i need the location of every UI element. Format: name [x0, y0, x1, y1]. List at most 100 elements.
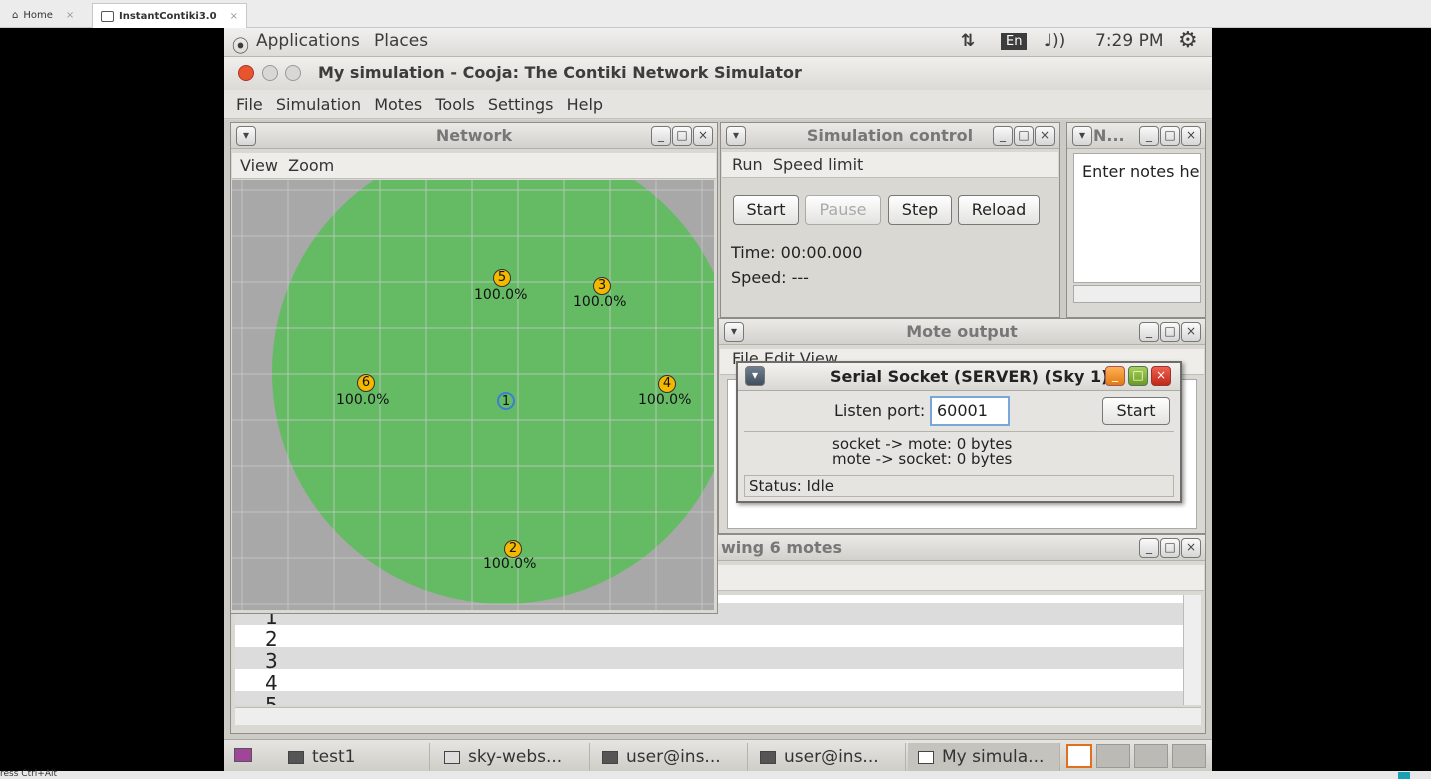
- timeline-horizontal-scrollbar[interactable]: [235, 707, 1201, 725]
- menu-speed-limit[interactable]: Speed limit: [773, 155, 863, 174]
- menu-simulation[interactable]: Simulation: [276, 95, 361, 114]
- mote-6-label: 100.0%: [336, 392, 390, 408]
- workspace-switcher[interactable]: [1172, 744, 1206, 768]
- menu-tools[interactable]: Tools: [435, 95, 474, 114]
- minimize-icon[interactable]: _: [1105, 366, 1125, 386]
- menu-zoom[interactable]: Zoom: [288, 156, 334, 175]
- maximize-icon[interactable]: □: [1160, 538, 1180, 558]
- timeline-row-label: 4: [265, 671, 278, 695]
- cooja-icon: [918, 750, 934, 764]
- notes-textarea[interactable]: Enter notes her: [1073, 153, 1201, 283]
- volume-icon[interactable]: ♩)): [1044, 31, 1065, 51]
- home-icon: ⌂: [12, 10, 19, 21]
- close-icon[interactable]: ×: [1181, 322, 1201, 342]
- maximize-icon[interactable]: □: [1128, 366, 1148, 386]
- vm-tab-label: Home: [23, 10, 53, 21]
- maximize-icon[interactable]: □: [1014, 126, 1034, 146]
- reload-button[interactable]: Reload: [958, 195, 1040, 225]
- keyboard-layout-indicator[interactable]: En: [1001, 33, 1028, 50]
- maximize-icon[interactable]: □: [672, 126, 692, 146]
- editor-icon: [444, 750, 460, 764]
- vm-tab-home[interactable]: ⌂ Home ×: [4, 3, 82, 28]
- start-button[interactable]: Start: [733, 195, 799, 225]
- frame-menu-icon[interactable]: ▾: [236, 126, 256, 146]
- serial-status: Status: Idle: [744, 475, 1174, 497]
- close-icon[interactable]: ×: [1151, 366, 1171, 386]
- guest-desktop: ⦿ Applications Places ⇅ En ♩)) 7:29 PM ⚙…: [224, 28, 1212, 771]
- vm-tab-label: InstantContiki3.0: [119, 10, 217, 22]
- settings-gear-icon[interactable]: ⚙: [1178, 28, 1198, 53]
- mote-3[interactable]: 3: [593, 277, 611, 295]
- mote-4[interactable]: 4: [658, 375, 676, 393]
- minimize-icon[interactable]: _: [993, 126, 1013, 146]
- vm-tab-instantcontiki[interactable]: InstantContiki3.0 ×: [92, 3, 247, 28]
- workspace-switcher[interactable]: [1134, 744, 1168, 768]
- taskbar-item-terminal-1[interactable]: user@ins...: [592, 743, 748, 771]
- minimize-icon[interactable]: _: [651, 126, 671, 146]
- terminal-icon: [760, 750, 776, 764]
- close-icon[interactable]: ×: [230, 11, 238, 22]
- mote-5-label: 100.0%: [474, 287, 528, 303]
- frame-controls: _ □ ×: [650, 126, 713, 146]
- taskbar-item-my-simulation[interactable]: My simula...: [908, 743, 1060, 771]
- taskbar-item-label: user@ins...: [784, 747, 879, 767]
- timeline-vertical-scrollbar[interactable]: [1183, 595, 1201, 705]
- taskbar-item-test1[interactable]: test1: [278, 743, 430, 771]
- listen-port-input[interactable]: 60001: [930, 396, 1010, 426]
- menu-view[interactable]: View: [240, 156, 278, 175]
- taskbar-item-terminal-2[interactable]: user@ins...: [750, 743, 906, 771]
- applications-menu[interactable]: Applications: [256, 31, 360, 51]
- menu-motes[interactable]: Motes: [374, 95, 422, 114]
- taskbar-item-label: My simula...: [942, 747, 1045, 767]
- network-icon[interactable]: ⇅: [961, 31, 975, 51]
- maximize-icon[interactable]: □: [1160, 322, 1180, 342]
- close-icon[interactable]: ×: [66, 10, 74, 21]
- maximize-window-button[interactable]: [285, 65, 301, 81]
- network-frame: Network ▾ _ □ × View Zoom 1 2 100.0% 3 1…: [230, 122, 718, 614]
- socket-to-mote-count: socket -> mote: 0 bytes: [832, 435, 1013, 453]
- frame-menu-icon[interactable]: ▾: [1072, 126, 1092, 146]
- step-button[interactable]: Step: [888, 195, 952, 225]
- serial-start-button[interactable]: Start: [1102, 397, 1170, 425]
- close-window-button[interactable]: [238, 65, 254, 81]
- mote-1[interactable]: 1: [497, 392, 515, 410]
- taskbar-item-sky-webs[interactable]: sky-webs...: [434, 743, 590, 771]
- mote-6[interactable]: 6: [357, 374, 375, 392]
- menu-file[interactable]: File: [236, 95, 263, 114]
- close-icon[interactable]: ×: [1035, 126, 1055, 146]
- frame-menu-icon[interactable]: ▾: [724, 322, 744, 342]
- menu-bar: File Simulation Motes Tools Settings Hel…: [224, 90, 1212, 119]
- clock[interactable]: 7:29 PM: [1095, 31, 1164, 51]
- mote-5[interactable]: 5: [493, 269, 511, 287]
- frame-controls: _ □ ×: [992, 126, 1055, 146]
- close-icon[interactable]: ×: [1181, 538, 1201, 558]
- sim-control-menu: Run Speed limit: [722, 152, 1058, 178]
- menu-run[interactable]: Run: [732, 155, 763, 174]
- serial-socket-title: Serial Socket (SERVER) (Sky 1): [830, 367, 1109, 386]
- frame-menu-icon[interactable]: ▾: [745, 366, 765, 386]
- vm-tab-strip: ⌂ Home × InstantContiki3.0 ×: [0, 0, 1431, 28]
- minimize-window-button[interactable]: [262, 65, 278, 81]
- taskbar-item-label: test1: [312, 747, 356, 767]
- mote-2-label: 100.0%: [483, 556, 537, 572]
- notes-horizontal-scrollbar[interactable]: [1073, 285, 1201, 303]
- menu-settings[interactable]: Settings: [488, 95, 554, 114]
- window-icon: [288, 750, 304, 764]
- serial-socket-dialog: ▾ Serial Socket (SERVER) (Sky 1) _ □ × L…: [736, 361, 1182, 503]
- listen-port-label: Listen port:: [834, 401, 926, 420]
- workspace-switcher[interactable]: [1096, 744, 1130, 768]
- minimize-icon[interactable]: _: [1139, 126, 1159, 146]
- simulation-control-frame: Simulation control ▾ _ □ × Run Speed limit…: [720, 122, 1060, 318]
- maximize-icon[interactable]: □: [1160, 126, 1180, 146]
- workspace-switcher-active[interactable]: [1066, 744, 1092, 768]
- frame-menu-icon[interactable]: ▾: [726, 126, 746, 146]
- places-menu[interactable]: Places: [374, 31, 428, 51]
- close-icon[interactable]: ×: [693, 126, 713, 146]
- minimize-icon[interactable]: _: [1139, 322, 1159, 342]
- close-icon[interactable]: ×: [1181, 126, 1201, 146]
- menu-help[interactable]: Help: [567, 95, 603, 114]
- minimize-icon[interactable]: _: [1139, 538, 1159, 558]
- pause-button[interactable]: Pause: [805, 195, 881, 225]
- show-desktop-icon[interactable]: [234, 748, 252, 762]
- host-status-bar: ress Ctrl+Alt: [0, 769, 1431, 779]
